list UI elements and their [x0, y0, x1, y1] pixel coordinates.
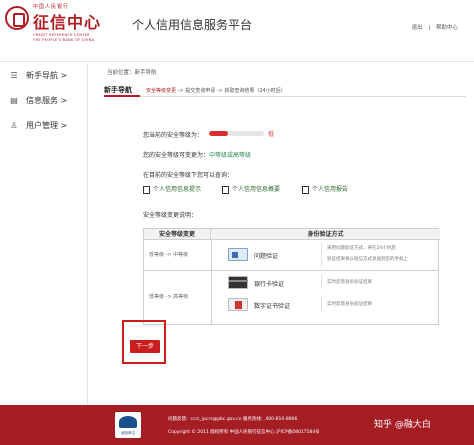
sidebar-item-label: 用户管理 > [26, 121, 68, 130]
step-flow: 安全等级变更 -> 提交查询申请 -> 获取查询结果（24小时后） [146, 87, 286, 94]
logout-link[interactable]: 退出 [410, 25, 425, 31]
logo-en-line2: THE PEOPLE'S BANK OF CHINA [33, 38, 95, 42]
current-level-value: 低 [268, 131, 275, 138]
sidebar-item-label: 信息服务 > [26, 96, 68, 105]
link-separator: | [428, 25, 431, 31]
logo-main-text: 征信中心 [33, 13, 102, 32]
digital-cert-icon [228, 298, 248, 311]
step-bar: 新手导航 安全等级变更 -> 提交查询申请 -> 获取查询结果（24小时后） [104, 84, 466, 97]
credit-summary-icon [222, 185, 229, 194]
service-credit-summary[interactable]: 个人信用信息概要 [222, 184, 280, 194]
sidebar-item-newbie-guide[interactable]: ☰ 新手导航 > [9, 70, 87, 84]
method-digital-cert-verify[interactable]: 数字证书验证 [254, 301, 290, 310]
security-level-bar [209, 131, 264, 136]
table-header-change: 安全等级变更 [144, 229, 211, 240]
step-get-result: -> 获取查询结果（24小时后） [215, 88, 286, 94]
method-divider [321, 275, 322, 289]
method-bank-card-verify[interactable]: 银行卡验证 [254, 279, 284, 288]
query-scope-label: 在目前的安全等级下您可以查询： [143, 172, 234, 179]
step-submit-query: -> 提交查询申请 [176, 88, 216, 94]
step-title-underline [104, 95, 140, 97]
sidebar-item-label: 新手导航 > [26, 71, 68, 80]
trust-badge-icon: 诚信单位 [115, 412, 141, 438]
help-center-link[interactable]: 帮助中心 [434, 25, 460, 31]
step-bar-title: 新手导航 [104, 86, 132, 94]
footer-contact: 问题反馈：ccrc_ipcrs@pbc.gov.cn 服务热线：400-810-… [168, 417, 298, 422]
table-row: 低等级 -> 高等级 银行卡验证 实时反馈身份验证结果 数字证书验证 实时反馈身… [144, 271, 438, 324]
sidebar: ☰ 新手导航 > ▤ 信息服务 > ♙ 用户管理 > [0, 63, 88, 405]
method-desc-line2: 验证结果将以短信方式发送到您的手机上 [327, 257, 408, 262]
credit-hint-icon [143, 185, 150, 194]
security-change-table: 安全等级变更 身份验证方式 低等级 -> 中等级 问题验证 采用问题验证方式，将… [143, 228, 440, 325]
current-level-label: 您当前的安全等级为： [143, 132, 204, 139]
header: 中国人民银行 征信中心 CREDIT REFERENCE CENTER THE … [0, 0, 474, 62]
user-icon: ♙ [10, 121, 18, 130]
table-row: 低等级 -> 中等级 问题验证 采用问题验证方式，将在24小时后 验证结果将以短… [144, 240, 438, 271]
list-icon: ☰ [10, 71, 18, 80]
zhihu-watermark: 知乎 @融大白 [374, 420, 431, 430]
service-credit-hint[interactable]: 个人信用信息提示 [143, 184, 201, 194]
badge-text: 诚信单位 [121, 431, 135, 435]
method-desc: 实时反馈身份验证结果 [327, 280, 372, 285]
row-level-change: 低等级 -> 高等级 [149, 294, 189, 300]
bank-card-icon [228, 276, 248, 289]
table-header-method: 身份验证方式 [211, 229, 440, 240]
footer-copyright: Copyright © 2011 版权所有 中国人民银行征信中心 沪ICP备08… [168, 430, 320, 435]
step-security-change: 安全等级变更 [146, 88, 177, 94]
document-icon: ▤ [10, 96, 18, 105]
method-divider [321, 297, 322, 311]
row-level-change: 低等级 -> 中等级 [149, 252, 189, 258]
level-change-text: 您的安全等级可变更为：中等级或高等级 [143, 150, 251, 159]
credit-report-icon [302, 185, 309, 194]
level-change-explain-label: 安全等级变更说明： [143, 212, 198, 219]
method-desc-line1: 采用问题验证方式，将在24小时后 [327, 246, 396, 251]
question-verify-icon [228, 248, 248, 261]
sidebar-item-user-management[interactable]: ♙ 用户管理 > [9, 120, 87, 134]
service-label: 个人信用信息提示 [153, 186, 202, 193]
next-step-button[interactable]: 下一步 [130, 340, 160, 353]
service-credit-report[interactable]: 个人信用报告 [302, 184, 348, 194]
method-divider [321, 244, 322, 267]
site-title: 个人信用信息服务平台 [132, 18, 253, 32]
security-level-fill [209, 131, 229, 136]
service-label: 个人信用报告 [312, 186, 349, 193]
method-question-verify[interactable]: 问题验证 [254, 251, 278, 260]
top-links: 退出 | 帮助中心 [410, 23, 460, 31]
logo-en-line1: CREDIT REFERENCE CENTER [33, 33, 90, 37]
service-label: 个人信用信息概要 [232, 186, 281, 193]
breadcrumb: 当前位置：新手导航 [107, 70, 157, 76]
method-desc: 实时反馈身份验证结果 [327, 302, 372, 307]
level-change-value: 中等级或高等级 [209, 152, 252, 159]
credit-center-logo-icon [5, 6, 29, 30]
sidebar-item-info-service[interactable]: ▤ 信息服务 > [9, 95, 87, 109]
level-change-prefix: 您的安全等级可变更为： [143, 152, 210, 159]
